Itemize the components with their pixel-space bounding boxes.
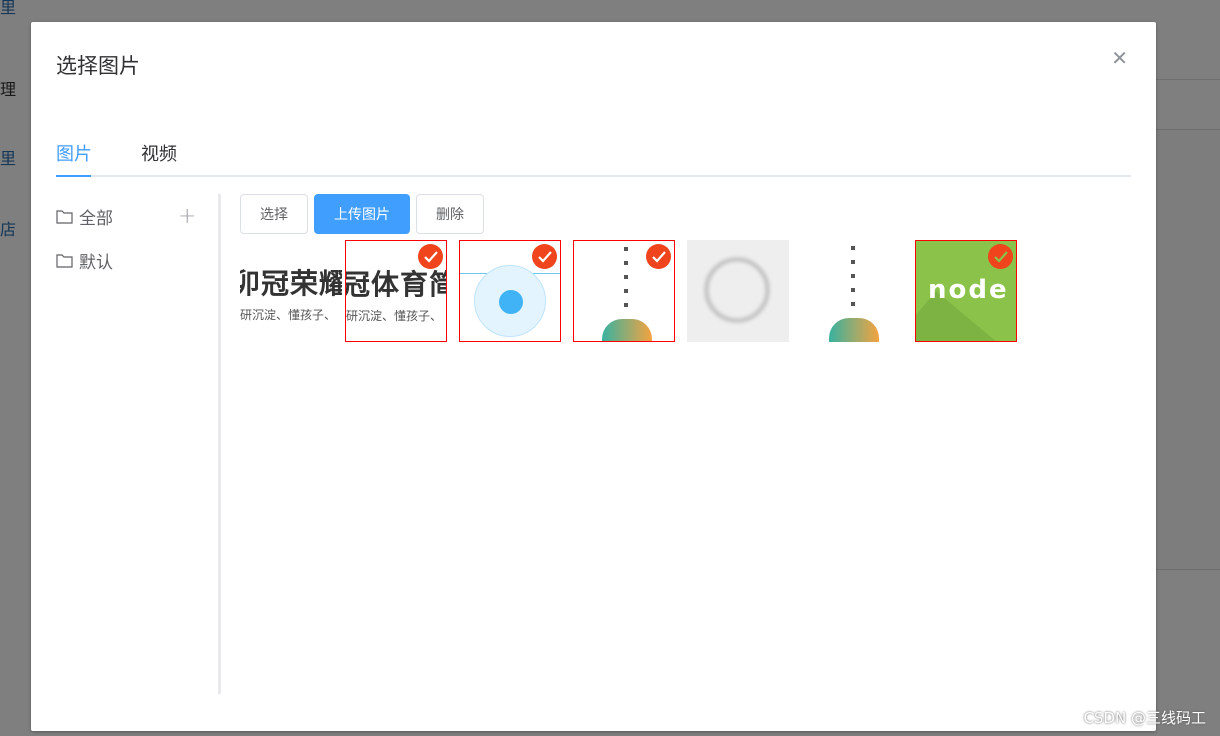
thumbnail-graphic	[829, 318, 879, 342]
thumbnail-graphic	[474, 265, 546, 337]
watermark: CSDN @三线码工	[1083, 709, 1206, 727]
image-thumbnail[interactable]	[459, 240, 561, 342]
image-thumbnail[interactable]: 卯冠荣耀 研沉淀、懂孩子、	[240, 240, 342, 342]
checkmark-icon	[646, 244, 671, 269]
image-thumbnail[interactable]	[801, 240, 903, 342]
checkmark-icon	[418, 244, 443, 269]
active-tab-indicator	[56, 175, 91, 177]
image-thumbnail[interactable]	[573, 240, 675, 342]
image-thumbnail[interactable]: node	[915, 240, 1017, 342]
tab-images[interactable]: 图片	[56, 140, 92, 166]
tab-videos[interactable]: 视频	[141, 140, 177, 166]
thumbnail-text: 卯冠荣耀	[240, 267, 342, 300]
select-image-dialog: 选择图片 ✕ 图片 视频 全部 + 默认 选择 上传图片 删除 卯冠荣耀 研沉淀…	[31, 22, 1156, 731]
node-logo-text: node	[928, 275, 1009, 305]
checkmark-icon	[988, 244, 1013, 269]
thumbnail-text: 研沉淀、懂孩子、	[346, 309, 443, 323]
image-grid: 卯冠荣耀 研沉淀、懂孩子、 冠体育简 研沉淀、懂孩子、 node	[240, 240, 1017, 342]
folder-icon	[56, 210, 73, 224]
folder-sidebar: 全部 + 默认	[56, 194, 221, 694]
folder-item-all[interactable]: 全部	[56, 204, 113, 229]
folder-icon	[56, 254, 73, 268]
plus-icon[interactable]: +	[178, 204, 196, 229]
select-button[interactable]: 选择	[240, 194, 308, 234]
folder-label: 全部	[79, 209, 113, 229]
image-thumbnail[interactable]: 冠体育简 研沉淀、懂孩子、	[345, 240, 447, 342]
tab-bar: 图片 视频	[56, 140, 1131, 177]
toolbar: 选择 上传图片 删除	[240, 194, 484, 234]
loading-spinner	[704, 257, 770, 323]
folder-item-default[interactable]: 默认	[56, 248, 113, 273]
upload-image-button[interactable]: 上传图片	[314, 194, 410, 234]
thumbnail-text: 研沉淀、懂孩子、	[240, 308, 337, 322]
close-icon[interactable]: ✕	[1111, 48, 1128, 68]
thumbnail-text: 冠体育简	[345, 268, 446, 301]
checkmark-icon	[532, 244, 557, 269]
delete-button[interactable]: 删除	[416, 194, 484, 234]
dialog-title: 选择图片	[56, 54, 140, 78]
image-thumbnail-loading[interactable]	[687, 240, 789, 342]
thumbnail-graphic	[602, 319, 652, 341]
folder-label: 默认	[79, 253, 113, 273]
